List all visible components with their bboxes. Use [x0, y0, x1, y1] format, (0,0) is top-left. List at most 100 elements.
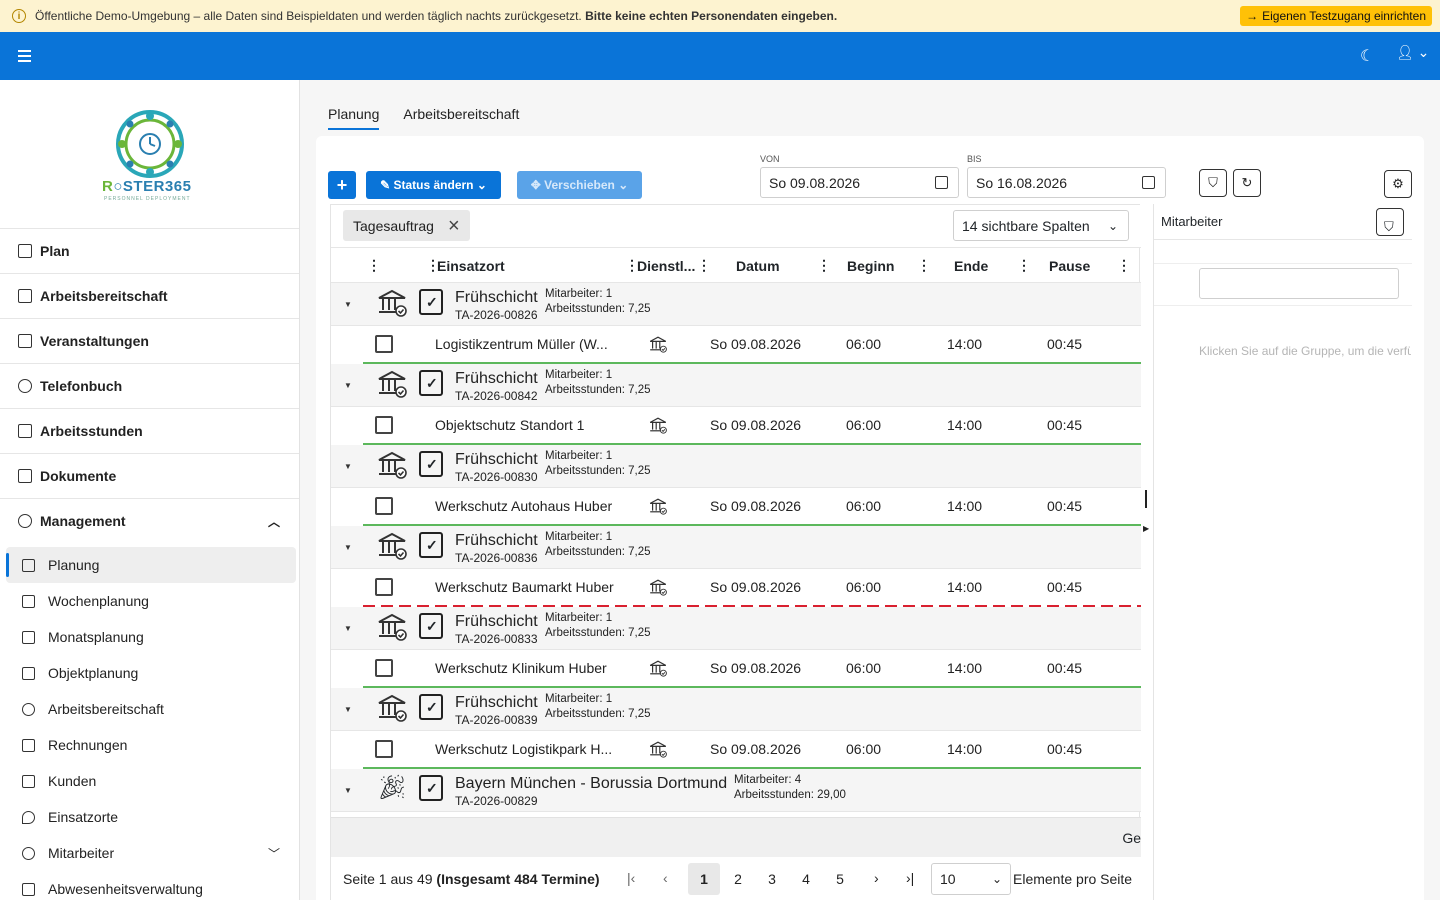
close-icon[interactable]: × — [448, 216, 460, 236]
group-chip[interactable]: Tagesauftrag × — [343, 210, 470, 241]
subnav-planung[interactable]: Planung — [6, 547, 296, 583]
collapse-caret-icon[interactable]: ▼ — [344, 786, 352, 795]
dark-mode-icon[interactable]: ☾ — [1360, 46, 1374, 66]
group-row[interactable]: ▼ Frühschicht TA-2026-00830 Mitarbeiter: 1 A… — [331, 445, 1141, 488]
nav-arbeitsstunden[interactable]: Arbeitsstunden — [0, 408, 299, 453]
column-menu-icon[interactable]: ⋮ — [1017, 257, 1031, 274]
collapse-caret-icon[interactable]: ▼ — [344, 300, 352, 309]
employee-search-input[interactable] — [1199, 268, 1399, 299]
header-dienstleistung[interactable]: Dienstl... — [637, 258, 695, 274]
page-1[interactable]: 1 — [688, 863, 720, 895]
calendar-edit-icon — [18, 289, 32, 303]
building-check-icon — [377, 289, 407, 317]
group-row[interactable]: ▼ Frühschicht TA-2026-00836 Mitarbeiter: 1 A… — [331, 526, 1141, 569]
row-checkbox[interactable] — [375, 497, 393, 515]
header-pause[interactable]: Pause — [1049, 258, 1090, 274]
page-5[interactable]: 5 — [824, 863, 856, 895]
calendar-icon[interactable] — [935, 176, 948, 189]
table-row[interactable]: Objektschutz Standort 1 So 09.08.2026 06:0… — [331, 407, 1141, 445]
hamburger-menu-icon[interactable] — [18, 50, 31, 62]
add-button[interactable]: + — [328, 171, 356, 199]
page-size-select[interactable]: 10 ⌄ — [931, 863, 1011, 895]
nav-arbeitsbereitschaft[interactable]: Arbeitsbereitschaft — [0, 273, 299, 318]
table-row[interactable]: Werkschutz Autohaus Huber So 09.08.2026 06… — [331, 488, 1141, 526]
last-page-icon[interactable]: ›| — [906, 870, 914, 886]
expand-arrow-icon[interactable]: ▶ — [1143, 524, 1149, 533]
filter-button[interactable]: ⛉ — [1199, 169, 1227, 197]
refresh-button[interactable]: ↻ — [1233, 169, 1261, 197]
subnav-rechnungen[interactable]: Rechnungen — [6, 727, 296, 763]
calendar-check-icon — [419, 451, 443, 477]
user-menu-icon[interactable]: 👤︎ ⌄ — [1396, 44, 1429, 61]
column-menu-icon[interactable]: ⋮ — [367, 257, 381, 274]
splitter-handle[interactable] — [1145, 490, 1147, 508]
arrow-right-icon: → — [1246, 9, 1259, 23]
collapse-caret-icon[interactable]: ▼ — [344, 705, 352, 714]
visible-columns-select[interactable]: 14 sichtbare Spalten ⌄ — [953, 210, 1129, 241]
table-row[interactable]: Logistikzentrum Müller (W... So 09.08.202… — [331, 326, 1141, 364]
header-ende[interactable]: Ende — [954, 258, 988, 274]
header-beginn[interactable]: Beginn — [847, 258, 894, 274]
documents-icon — [18, 469, 32, 483]
header-einsatzort[interactable]: Einsatzort — [437, 258, 505, 274]
employee-filter-button[interactable]: ⛉ — [1376, 208, 1404, 236]
nav-dokumente[interactable]: Dokumente — [0, 453, 299, 498]
prev-page-icon[interactable]: ‹ — [663, 870, 668, 886]
collapse-caret-icon[interactable]: ▼ — [344, 624, 352, 633]
subnav-objektplanung[interactable]: Objektplanung — [6, 655, 296, 691]
calendar-icon[interactable] — [1142, 176, 1155, 189]
subnav-arbeitsbereitschaft[interactable]: Arbeitsbereitschaft — [6, 691, 296, 727]
to-date-input[interactable]: So 16.08.2026 — [967, 167, 1166, 198]
header-datum[interactable]: Datum — [736, 258, 780, 274]
group-row[interactable]: ▼ 🎉︎ Bayern München - Borussia Dortmund TA-… — [331, 769, 1141, 812]
subnav-monatsplanung[interactable]: Monatsplanung — [6, 619, 296, 655]
column-menu-icon[interactable]: ⋮ — [917, 257, 931, 274]
employee-panel-hint: Klicken Sie auf die Gruppe, um die verfü… — [1199, 344, 1411, 358]
subnav-einsatzorte[interactable]: Einsatzorte — [6, 799, 296, 835]
column-menu-icon[interactable]: ⋮ — [817, 257, 831, 274]
nav-veranstaltungen[interactable]: Veranstaltungen — [0, 318, 299, 363]
info-icon: i — [12, 9, 26, 23]
subnav-mitarbeiter[interactable]: Mitarbeiter ﹀ — [6, 835, 296, 871]
collapse-caret-icon[interactable]: ▼ — [344, 543, 352, 552]
page-4[interactable]: 4 — [790, 863, 822, 895]
column-menu-icon[interactable]: ⋮ — [697, 257, 711, 274]
table-row[interactable]: Werkschutz Klinikum Huber So 09.08.2026 06… — [331, 650, 1141, 688]
subnav-kunden[interactable]: Kunden — [6, 763, 296, 799]
subnav-wochenplanung[interactable]: Wochenplanung — [6, 583, 296, 619]
subnav-abwesenheitsverwaltung[interactable]: Abwesenheitsverwaltung — [6, 871, 296, 900]
column-menu-icon[interactable]: ⋮ — [1117, 257, 1131, 274]
table-row[interactable]: Werkschutz Baumarkt Huber So 09.08.2026 06… — [331, 569, 1141, 607]
first-page-icon[interactable]: |‹ — [627, 870, 635, 886]
tab-planung[interactable]: Planung — [328, 106, 380, 130]
nav-plan[interactable]: Plan — [0, 228, 299, 273]
move-button[interactable]: ✥ Verschieben ⌄ — [517, 171, 642, 199]
nav-telefonbuch[interactable]: Telefonbuch — [0, 363, 299, 408]
group-title: Frühschicht — [455, 370, 538, 387]
row-checkbox[interactable] — [375, 578, 393, 596]
move-icon: ✥ — [530, 178, 545, 192]
page-2[interactable]: 2 — [722, 863, 754, 895]
next-page-icon[interactable]: › — [874, 870, 879, 886]
table-row[interactable]: Werkschutz Logistikpark H... So 09.08.202… — [331, 731, 1141, 769]
create-test-account-button[interactable]: → Eigenen Testzugang einrichten — [1240, 6, 1432, 26]
group-row[interactable]: ▼ Frühschicht TA-2026-00833 Mitarbeiter: 1 A… — [331, 607, 1141, 650]
settings-button[interactable]: ⚙ — [1384, 170, 1412, 198]
change-status-button[interactable]: ✎ Status ändern ⌄ — [366, 171, 501, 199]
page-3[interactable]: 3 — [756, 863, 788, 895]
row-checkbox[interactable] — [375, 416, 393, 434]
row-checkbox[interactable] — [375, 659, 393, 677]
collapse-caret-icon[interactable]: ▼ — [344, 462, 352, 471]
group-row[interactable]: ▼ Frühschicht TA-2026-00842 Mitarbeiter: 1 A… — [331, 364, 1141, 407]
collapse-caret-icon[interactable]: ▼ — [344, 381, 352, 390]
row-checkbox[interactable] — [375, 335, 393, 353]
tab-arbeitsbereitschaft[interactable]: Arbeitsbereitschaft — [403, 106, 519, 130]
sidebar: R○STER365 PERSONNEL DEPLOYMENT Plan Arbe… — [0, 80, 300, 900]
row-checkbox[interactable] — [375, 740, 393, 758]
group-row[interactable]: ▼ Frühschicht TA-2026-00839 Mitarbeiter: 1 A… — [331, 688, 1141, 731]
nav-management[interactable]: Management ︿ — [0, 498, 299, 543]
banner-bold-text: Bitte keine echten Personendaten eingebe… — [585, 9, 838, 23]
from-date-input[interactable]: So 09.08.2026 — [760, 167, 959, 198]
group-row[interactable]: ▼ Frühschicht TA-2026-00826 Mitarbeiter: 1 A… — [331, 283, 1141, 326]
group-employees: Mitarbeiter: 4 — [734, 774, 802, 786]
